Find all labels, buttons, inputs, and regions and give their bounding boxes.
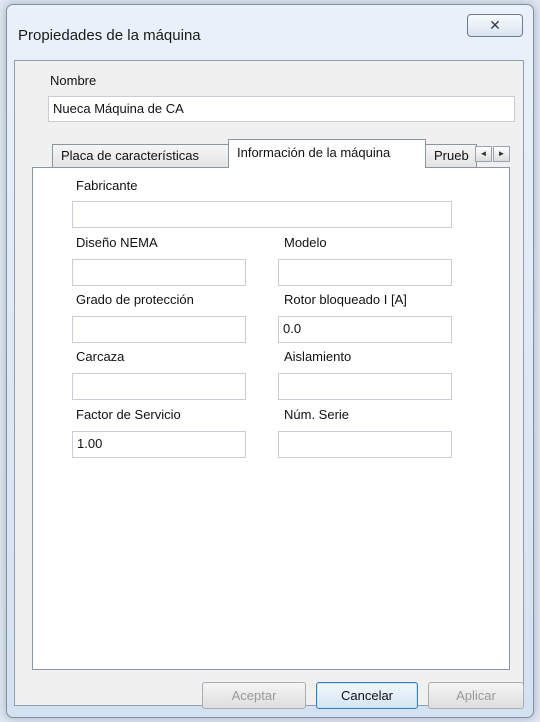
tab-pruebas[interactable]: Prueb	[425, 144, 477, 168]
cancelar-button[interactable]: Cancelar	[316, 682, 418, 709]
grado-proteccion-input[interactable]	[72, 316, 246, 343]
close-button[interactable]: ✕	[467, 14, 523, 37]
grado-proteccion-label: Grado de protección	[76, 292, 194, 307]
factor-servicio-input[interactable]: 1.00	[72, 431, 246, 458]
aislamiento-label: Aislamiento	[284, 349, 352, 364]
factor-servicio-label: Factor de Servicio	[76, 407, 181, 422]
diseno-nema-input[interactable]	[72, 259, 246, 286]
arrow-right-icon: ►	[497, 149, 506, 158]
fabricante-label: Fabricante	[76, 178, 138, 193]
diseno-nema-label: Diseño NEMA	[76, 235, 158, 250]
rotor-bloqueado-label: Rotor bloqueado I [A]	[284, 292, 407, 307]
modelo-label: Modelo	[284, 235, 327, 250]
carcaza-label: Carcaza	[76, 349, 125, 364]
arrow-left-icon: ◄	[479, 149, 488, 158]
num-serie-label: Núm. Serie	[284, 407, 350, 422]
modelo-input[interactable]	[278, 259, 452, 286]
tab-placa[interactable]: Placa de características	[52, 144, 232, 169]
carcaza-input[interactable]	[72, 373, 246, 400]
tab-scroll-right-button[interactable]: ►	[493, 146, 510, 162]
aceptar-button[interactable]: Aceptar	[202, 682, 306, 709]
name-label: Nombre	[50, 73, 97, 88]
name-input[interactable]: Nueca Máquina de CA	[48, 96, 515, 122]
rotor-bloqueado-input[interactable]: 0.0	[278, 316, 452, 343]
close-icon: ✕	[489, 17, 501, 33]
aplicar-button[interactable]: Aplicar	[428, 682, 524, 709]
fabricante-input[interactable]	[72, 201, 452, 228]
aislamiento-input[interactable]	[278, 373, 452, 400]
tab-informacion[interactable]: Información de la máquina	[228, 139, 426, 168]
dialog-title: Propiedades de la máquina	[18, 27, 201, 44]
num-serie-input[interactable]	[278, 431, 452, 458]
tab-scroll-left-button[interactable]: ◄	[475, 146, 492, 162]
